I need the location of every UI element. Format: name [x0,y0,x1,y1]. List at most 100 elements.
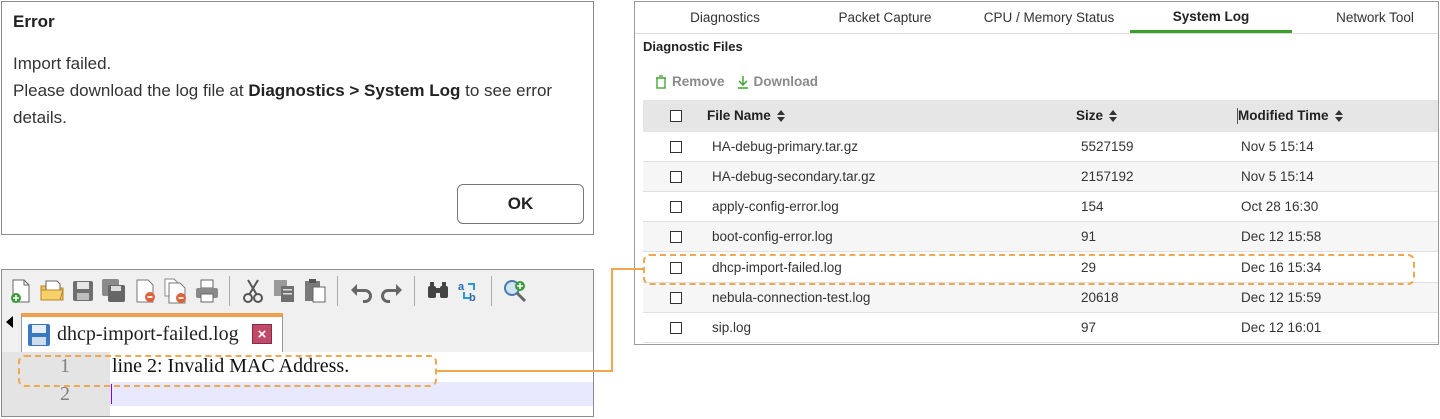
file-size: 20618 [1081,290,1119,305]
text-caret [111,384,112,404]
toolbar-separator [414,276,415,306]
file-size: 5527159 [1081,139,1134,154]
download-button[interactable]: Download [737,74,819,89]
tab-packet-capture[interactable]: Packet Capture [820,2,950,33]
column-file-name-label: File Name [707,108,771,123]
sort-icon[interactable] [776,109,785,122]
cut-icon[interactable] [238,274,267,308]
row-checkbox[interactable] [670,292,682,304]
open-file-icon[interactable] [37,274,66,308]
file-modified-time: Dec 12 15:58 [1241,229,1322,244]
tab-close-icon[interactable]: × [252,324,272,344]
tab-system-log[interactable]: System Log [1130,2,1292,33]
section-title: Diagnostic Files [643,39,743,54]
table-row[interactable]: boot-config-error.log 91 Dec 12 15:58 [643,222,1438,252]
editor-tab[interactable]: dhcp-import-failed.log × [21,313,283,352]
remove-button[interactable]: Remove [655,74,725,89]
file-name: apply-config-error.log [712,199,839,214]
diagnostics-tabs: Diagnostics Packet Capture CPU / Memory … [635,2,1438,34]
file-modified-time: Dec 12 16:01 [1241,320,1322,335]
close-all-icon[interactable] [161,274,190,308]
redo-icon[interactable] [377,274,406,308]
ok-button[interactable]: OK [457,184,584,224]
editor-tab-label: dhcp-import-failed.log [57,323,239,345]
remove-label: Remove [672,74,725,89]
row-checkbox[interactable] [670,262,682,274]
file-modified-time: Dec 12 15:59 [1241,290,1322,305]
table-row[interactable]: HA-debug-primary.tar.gz 5527159 Nov 5 15… [643,132,1438,162]
column-size-label: Size [1076,108,1104,123]
dialog-message: Import failed. Please download the log f… [13,50,583,131]
text-editor-window: ab dhcp-import-failed.log × 1 line 2: In… [1,269,594,417]
save-icon[interactable] [68,274,97,308]
trash-icon [656,74,666,89]
column-file-name[interactable]: File Name [707,108,785,123]
code-line: line 2: Invalid MAC Address. [112,355,350,377]
row-checkbox[interactable] [670,141,682,153]
select-all-checkbox[interactable] [670,110,682,122]
close-icon[interactable] [130,274,159,308]
undo-icon[interactable] [346,274,375,308]
dialog-message-line2: Please download the log file at Diagnost… [13,77,583,131]
file-name: HA-debug-secondary.tar.gz [712,169,876,184]
file-size: 2157192 [1081,169,1134,184]
column-size[interactable]: Size [1076,108,1118,123]
file-name: boot-config-error.log [712,229,833,244]
download-icon [737,75,748,89]
download-label: Download [753,74,819,89]
save-all-icon[interactable] [99,274,128,308]
row-checkbox[interactable] [670,171,682,183]
column-modified-time[interactable]: Modified Time [1238,108,1343,123]
file-name: dhcp-import-failed.log [712,260,842,275]
file-modified-time: Dec 16 15:34 [1241,260,1322,275]
paste-icon[interactable] [300,274,329,308]
sort-icon[interactable] [1109,109,1118,122]
print-icon[interactable] [192,274,221,308]
toolbar-separator [491,276,492,306]
table-header: File Name Size Modified Time [643,100,1438,132]
line-number: 2 [60,383,70,405]
file-size: 97 [1081,320,1097,335]
toolbar-separator [337,276,338,306]
current-line-highlight [110,382,593,406]
file-size: 91 [1081,229,1097,244]
copy-icon[interactable] [269,274,298,308]
file-modified-time: Nov 5 15:14 [1241,169,1314,184]
tab-cpu-memory-status[interactable]: CPU / Memory Status [965,2,1133,33]
tab-network-tool[interactable]: Network Tool [1310,2,1438,33]
table-row[interactable]: HA-debug-secondary.tar.gz 2157192 Nov 5 … [643,162,1438,192]
file-size: 154 [1081,199,1104,214]
error-dialog: Error Import failed. Please download the… [1,1,594,235]
toolbar-separator [229,276,230,306]
file-name: HA-debug-primary.tar.gz [712,139,859,154]
file-modified-time: Oct 28 16:30 [1241,199,1319,214]
find-icon[interactable] [423,274,452,308]
table-row[interactable]: sip.log 97 Dec 12 16:01 [643,313,1438,343]
sort-icon[interactable] [1334,109,1343,122]
table-row[interactable]: dhcp-import-failed.log 29 Dec 16 15:34 [643,253,1438,283]
table-row[interactable]: nebula-connection-test.log 20618 Dec 12 … [643,283,1438,313]
zoom-in-icon[interactable] [500,274,529,308]
tab-diagnostics[interactable]: Diagnostics [660,2,790,33]
dialog-title: Error [13,12,55,31]
tab-scroll-left-icon[interactable] [6,316,13,328]
file-name: sip.log [712,320,752,335]
dialog-message-prefix: Please download the log file at [13,81,249,100]
dialog-message-line1: Import failed. [13,54,112,73]
row-checkbox[interactable] [670,322,682,334]
file-size: 29 [1081,260,1097,275]
svg-text:b: b [469,292,476,304]
row-checkbox[interactable] [670,201,682,213]
editor-toolbar: ab [2,270,593,312]
replace-icon[interactable]: ab [454,274,483,308]
new-file-icon[interactable] [6,274,35,308]
line-number: 1 [60,355,70,377]
editor-tab-bar: dhcp-import-failed.log × [2,312,593,352]
editor-text-area[interactable]: 1 line 2: Invalid MAC Address. 2 [2,352,593,416]
column-modified-time-label: Modified Time [1238,108,1329,123]
dialog-message-path: Diagnostics > System Log [248,81,461,100]
svg-text:a: a [458,281,465,293]
file-modified-time: Nov 5 15:14 [1241,139,1314,154]
table-row[interactable]: apply-config-error.log 154 Oct 28 16:30 [643,192,1438,222]
row-checkbox[interactable] [670,231,682,243]
